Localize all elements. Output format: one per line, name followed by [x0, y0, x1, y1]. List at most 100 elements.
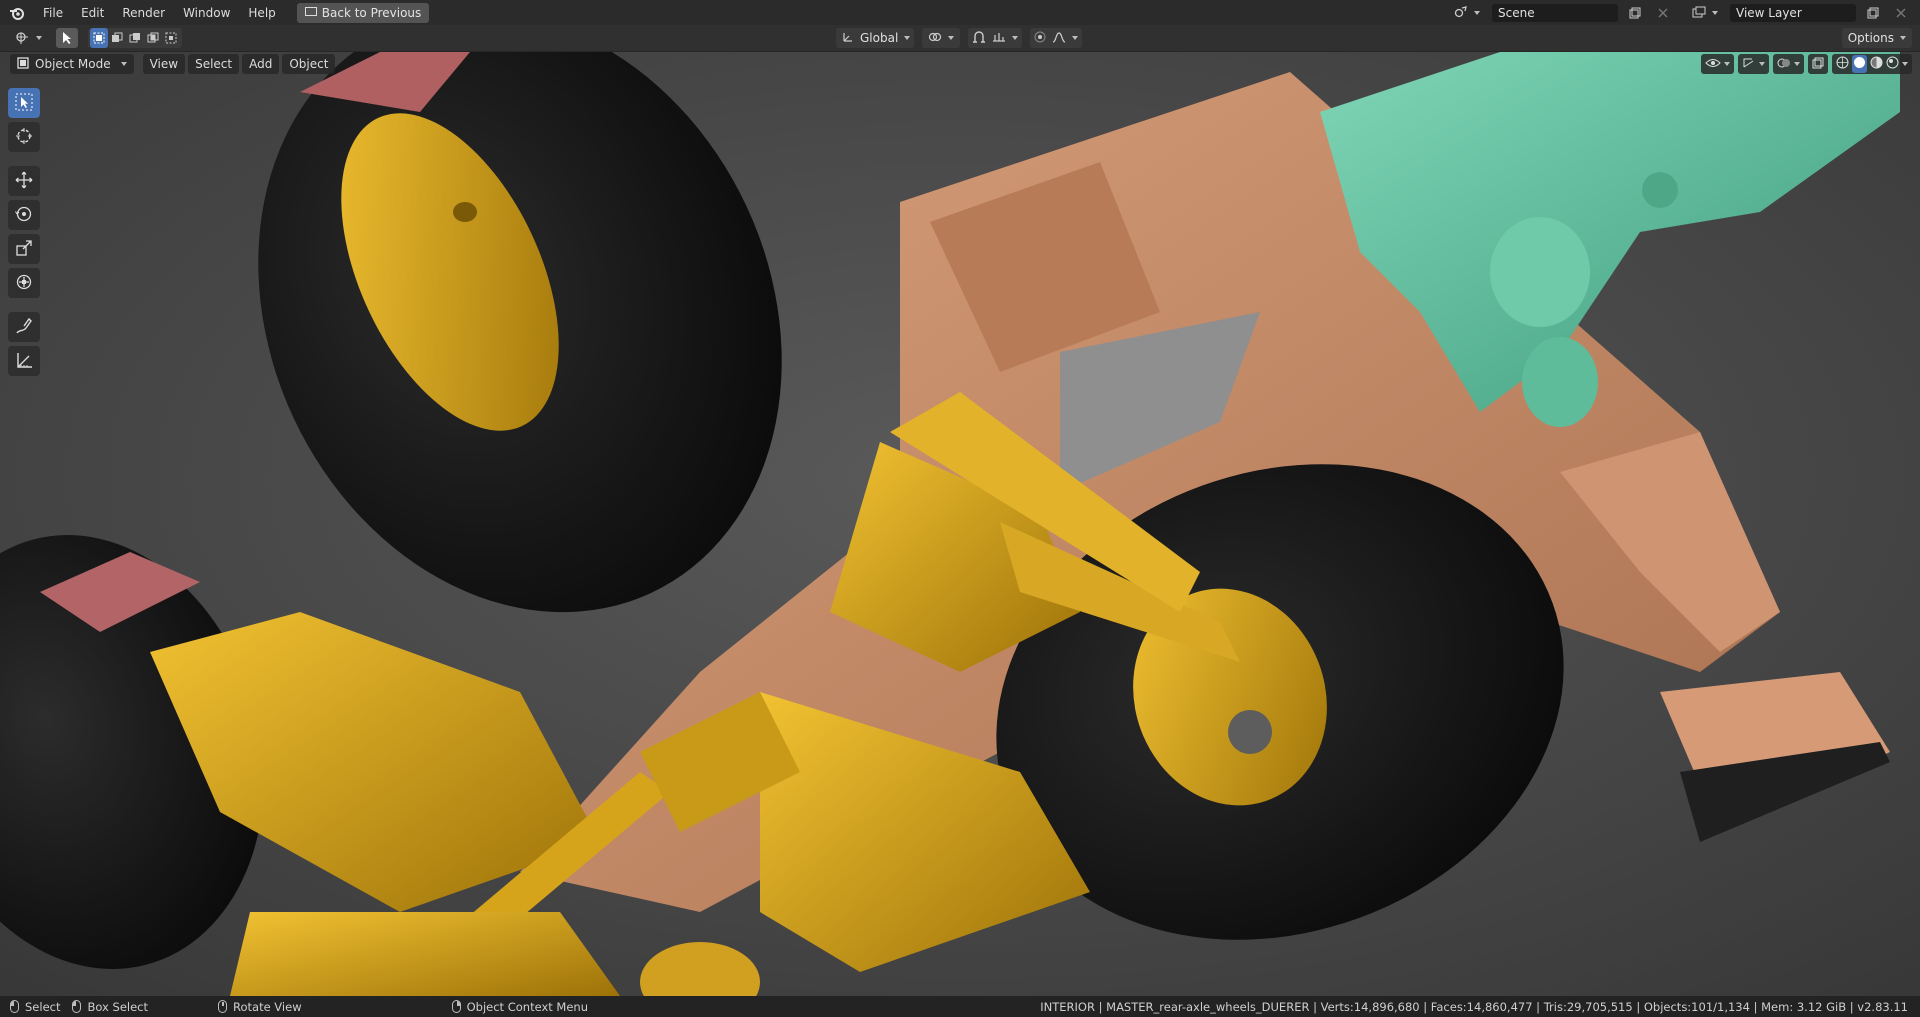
top-menu-bar: File Edit Render Window Help Back to Pre…: [0, 0, 1920, 25]
overlays-group: [1773, 54, 1804, 74]
3d-viewport[interactable]: Object Mode View Select Add Object: [0, 52, 1920, 996]
left-mouse-icon: [10, 1000, 19, 1013]
proportional-edit-icon[interactable]: [1034, 31, 1046, 46]
left-mouse-drag-icon: [72, 1000, 82, 1013]
falloff-curve-icon[interactable]: [1052, 31, 1066, 46]
delete-scene-icon[interactable]: [1652, 3, 1674, 23]
selection-mode-group: [88, 28, 182, 48]
menu-object[interactable]: Object: [282, 54, 336, 74]
transform-tool[interactable]: [8, 268, 40, 298]
tractor-model-render[interactable]: [0, 52, 1920, 996]
snapping-group: [968, 28, 1022, 48]
select-box-icon: [15, 93, 33, 114]
editor-type-dropdown[interactable]: [8, 28, 48, 48]
move-tool[interactable]: [8, 166, 40, 196]
scale-tool[interactable]: [8, 234, 40, 264]
menu-view[interactable]: View: [142, 54, 186, 74]
menu-window[interactable]: Window: [174, 3, 239, 23]
annotate-tool[interactable]: [8, 312, 40, 342]
front-axle: [230, 912, 620, 996]
screen-icon: [304, 6, 317, 20]
menu-add[interactable]: Add: [242, 54, 280, 74]
overlays-icon[interactable]: [1777, 57, 1791, 72]
status-box-select-label: Box Select: [87, 999, 148, 1014]
scene-name-field[interactable]: Scene: [1492, 4, 1618, 22]
blender-logo-icon[interactable]: [8, 4, 26, 22]
menu-help[interactable]: Help: [239, 3, 284, 23]
view-layer-name-field[interactable]: View Layer: [1730, 4, 1856, 22]
teal-cylinder: [1490, 217, 1590, 327]
back-to-previous-label: Back to Previous: [321, 5, 422, 20]
new-scene-icon[interactable]: [1624, 3, 1646, 23]
select-subtract-icon[interactable]: [126, 28, 144, 48]
select-invert-icon[interactable]: [144, 28, 162, 48]
hub-cap: [1228, 710, 1272, 754]
move-icon: [15, 171, 33, 192]
menu-file[interactable]: File: [34, 3, 72, 23]
status-box-select-hint: Box Select: [72, 1000, 148, 1014]
status-context-menu-label: Object Context Menu: [466, 999, 588, 1014]
scene-name: Scene: [1498, 6, 1535, 20]
xray-icon: [1812, 57, 1824, 72]
rim-bolt: [453, 202, 477, 222]
eye-icon[interactable]: [1705, 57, 1721, 72]
wireframe-shading-icon[interactable]: [1836, 56, 1849, 72]
measure-tool[interactable]: [8, 346, 40, 376]
back-to-previous-button[interactable]: Back to Previous: [296, 2, 430, 23]
select-new-icon[interactable]: [90, 28, 108, 48]
status-select-hint: Select: [10, 1000, 60, 1014]
solid-shading-icon[interactable]: [1852, 55, 1867, 73]
right-mouse-icon: [451, 1000, 461, 1013]
delete-view-layer-icon[interactable]: [1890, 3, 1912, 23]
status-context-menu-hint: Object Context Menu: [451, 999, 588, 1014]
transform-orientation-value: Global: [860, 31, 899, 45]
object-mode-label: Object Mode: [35, 57, 111, 71]
view-layer-icon: [1692, 6, 1706, 21]
transform-orientation-dropdown[interactable]: Global: [836, 28, 914, 48]
cursor-tool[interactable]: [8, 122, 40, 152]
select-box-tool[interactable]: [8, 88, 40, 118]
new-view-layer-icon[interactable]: [1862, 3, 1884, 23]
gizmo-icon[interactable]: [1742, 57, 1756, 72]
status-select-label: Select: [25, 999, 61, 1014]
proportional-editing-group: [1030, 28, 1082, 48]
xray-toggle[interactable]: [1808, 54, 1828, 74]
tool-shelf: [8, 88, 40, 376]
transform-icon: [15, 273, 33, 294]
cursor-icon: [15, 127, 33, 148]
menu-edit[interactable]: Edit: [72, 3, 113, 23]
view-layer-name: View Layer: [1736, 6, 1802, 20]
teal-bolt-hole: [1642, 172, 1678, 208]
rotate-icon: [15, 205, 33, 226]
status-rotate-view-label: Rotate View: [233, 999, 302, 1014]
scene-selector-dropdown[interactable]: [1448, 3, 1486, 23]
select-extend-icon[interactable]: [108, 28, 126, 48]
middle-mouse-icon: [218, 1000, 227, 1013]
status-rotate-view-hint: Rotate View: [218, 1000, 302, 1014]
menu-render[interactable]: Render: [113, 3, 174, 23]
active-tool-icon[interactable]: [56, 28, 78, 48]
snap-toggle-icon[interactable]: [972, 30, 986, 47]
shading-group: [1832, 54, 1912, 74]
scene-statistics: INTERIOR | MASTER_rear-axle_wheels_DUERE…: [1040, 999, 1908, 1014]
tool-settings-header: Global Options: [0, 25, 1920, 52]
view-layer-selector-dropdown[interactable]: [1686, 3, 1724, 23]
visibility-group: [1701, 54, 1734, 74]
options-dropdown[interactable]: Options: [1841, 28, 1912, 48]
scale-icon: [15, 239, 33, 260]
material-shading-icon[interactable]: [1870, 56, 1883, 72]
measure-icon: [15, 351, 33, 372]
3d-viewport-icon: [14, 30, 30, 47]
rendered-shading-icon[interactable]: [1886, 56, 1899, 72]
pivot-icon: [928, 31, 942, 46]
menu-select[interactable]: Select: [188, 54, 240, 74]
annotate-icon: [15, 317, 33, 338]
rotate-tool[interactable]: [8, 200, 40, 230]
gizmo-group: [1738, 54, 1769, 74]
select-intersect-icon[interactable]: [162, 28, 180, 48]
object-mode-dropdown[interactable]: Object Mode: [10, 54, 134, 74]
teal-coupling: [1522, 337, 1598, 427]
snap-increment-icon[interactable]: [992, 31, 1006, 46]
scene-icon: [1454, 5, 1468, 21]
pivot-point-dropdown[interactable]: [922, 28, 960, 48]
